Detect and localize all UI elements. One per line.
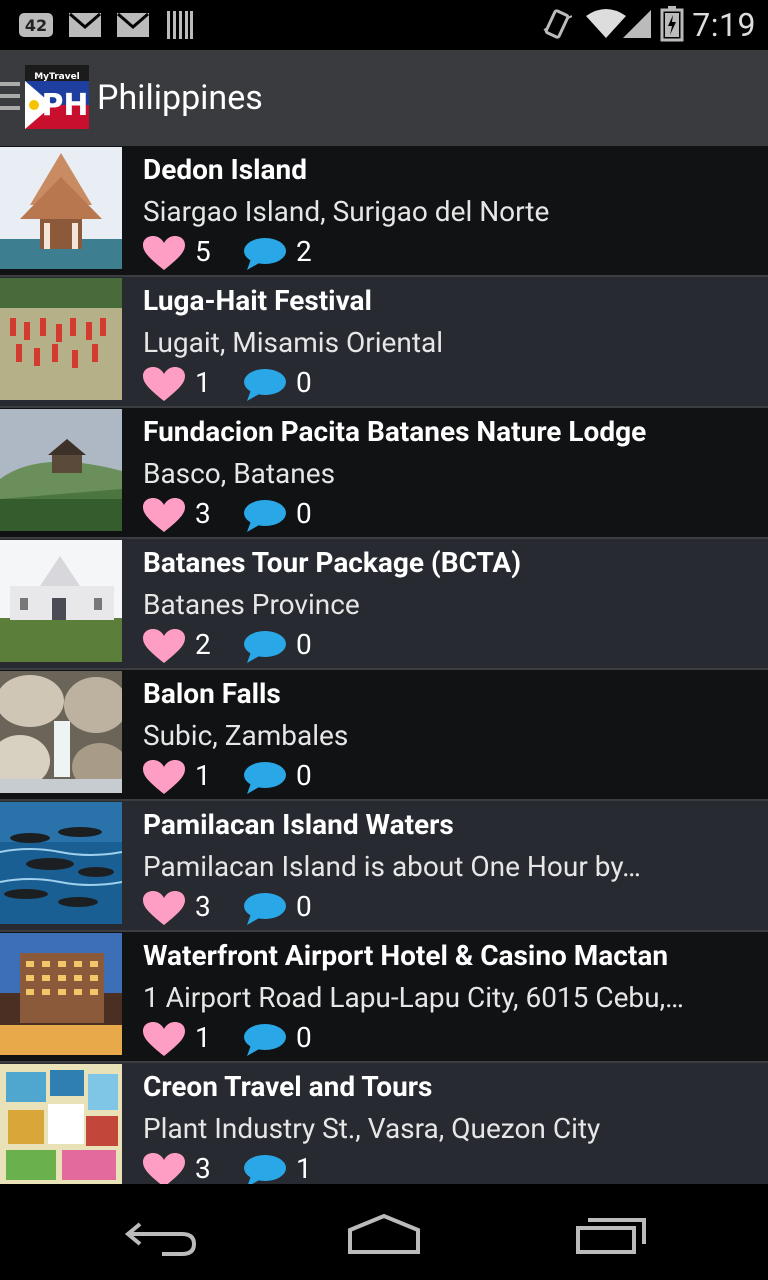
heart-icon[interactable] bbox=[143, 1153, 185, 1184]
notification-count: 42 bbox=[25, 16, 47, 35]
likes-count: 1 bbox=[195, 366, 211, 399]
comment-bubble-icon[interactable] bbox=[243, 1154, 287, 1184]
notification-badge-icon: 42 bbox=[19, 13, 53, 37]
recent-apps-icon[interactable] bbox=[560, 1204, 660, 1264]
item-title: Pamilacan Island Waters bbox=[143, 808, 454, 841]
logo-caption: MyTravel bbox=[34, 72, 80, 82]
comments-count: 0 bbox=[296, 759, 312, 792]
heart-icon[interactable] bbox=[143, 236, 185, 272]
gmail-icon bbox=[69, 12, 101, 37]
wifi-icon bbox=[586, 9, 626, 38]
likes-count: 3 bbox=[195, 497, 211, 530]
status-bar: 42 7:19 bbox=[0, 0, 768, 50]
item-title: Batanes Tour Package (BCTA) bbox=[143, 546, 522, 579]
battery-icon bbox=[660, 6, 684, 42]
item-subtitle: Subic, Zambales bbox=[143, 719, 349, 752]
thumbnail-hill-lodge bbox=[0, 409, 122, 531]
thumbnail-beach-gazebo bbox=[0, 147, 122, 269]
thumbnail-ocean-dolphins bbox=[0, 802, 122, 924]
back-icon[interactable] bbox=[110, 1204, 210, 1264]
list-item[interactable]: Waterfront Airport Hotel & Casino Mactan… bbox=[0, 932, 768, 1063]
item-title: Creon Travel and Tours bbox=[143, 1070, 433, 1103]
item-title: Fundacion Pacita Batanes Nature Lodge bbox=[143, 415, 647, 448]
thumbnail-travel-collage bbox=[0, 1064, 122, 1184]
thumbnail-rock-falls bbox=[0, 671, 122, 793]
comments-count: 0 bbox=[296, 1021, 312, 1054]
menu-drawer-icon[interactable] bbox=[0, 82, 20, 112]
likes-count: 3 bbox=[195, 890, 211, 923]
comment-bubble-icon[interactable] bbox=[243, 237, 287, 271]
likes-count: 1 bbox=[195, 759, 211, 792]
heart-icon[interactable] bbox=[143, 498, 185, 534]
navigation-bar bbox=[0, 1184, 768, 1280]
comment-bubble-icon[interactable] bbox=[243, 892, 287, 926]
thumbnail-festival-dancers bbox=[0, 278, 122, 400]
barcode-icon bbox=[167, 11, 193, 39]
likes-count: 1 bbox=[195, 1021, 211, 1054]
item-subtitle: Lugait, Misamis Oriental bbox=[143, 326, 444, 359]
comments-count: 0 bbox=[296, 628, 312, 661]
item-title: Luga-Hait Festival bbox=[143, 284, 372, 317]
comment-bubble-icon[interactable] bbox=[243, 630, 287, 664]
list-item[interactable]: Pamilacan Island Waters Pamilacan Island… bbox=[0, 801, 768, 932]
item-subtitle: Siargao Island, Surigao del Norte bbox=[143, 195, 550, 228]
heart-icon[interactable] bbox=[143, 1022, 185, 1058]
item-title: Balon Falls bbox=[143, 677, 281, 710]
heart-icon[interactable] bbox=[143, 629, 185, 665]
list-item[interactable]: Balon Falls Subic, Zambales 1 0 bbox=[0, 670, 768, 801]
thumbnail-hotel-night bbox=[0, 933, 122, 1055]
item-title: Waterfront Airport Hotel & Casino Mactan bbox=[143, 939, 669, 972]
list-item[interactable]: Creon Travel and Tours Plant Industry St… bbox=[0, 1063, 768, 1184]
vibrate-icon bbox=[543, 9, 572, 39]
signal-icon bbox=[623, 10, 651, 38]
comments-count: 0 bbox=[296, 366, 312, 399]
gmail-icon bbox=[117, 12, 149, 37]
comments-count: 1 bbox=[296, 1152, 312, 1184]
comment-bubble-icon[interactable] bbox=[243, 761, 287, 795]
heart-icon[interactable] bbox=[143, 760, 185, 796]
item-subtitle: Batanes Province bbox=[143, 588, 360, 621]
thumbnail-white-church bbox=[0, 540, 122, 662]
comment-bubble-icon[interactable] bbox=[243, 1023, 287, 1057]
comments-count: 2 bbox=[296, 235, 312, 268]
status-time: 7:19 bbox=[692, 6, 756, 44]
comments-count: 0 bbox=[296, 497, 312, 530]
list-item[interactable]: Batanes Tour Package (BCTA) Batanes Prov… bbox=[0, 539, 768, 670]
list-item[interactable]: Fundacion Pacita Batanes Nature Lodge Ba… bbox=[0, 408, 768, 539]
heart-icon[interactable] bbox=[143, 367, 185, 403]
likes-count: 2 bbox=[195, 628, 211, 661]
home-icon[interactable] bbox=[334, 1204, 434, 1264]
item-title: Dedon Island bbox=[143, 153, 307, 186]
comment-bubble-icon[interactable] bbox=[243, 499, 287, 533]
logo-text: PH bbox=[41, 88, 88, 123]
likes-count: 3 bbox=[195, 1152, 211, 1184]
likes-count: 5 bbox=[195, 235, 211, 268]
list-item[interactable]: Dedon Island Siargao Island, Surigao del… bbox=[0, 146, 768, 277]
places-list: Dedon Island Siargao Island, Surigao del… bbox=[0, 146, 768, 1184]
item-subtitle: Pamilacan Island is about One Hour by… bbox=[143, 850, 641, 883]
app-logo[interactable]: MyTravel PH bbox=[25, 65, 89, 129]
item-subtitle: Plant Industry St., Vasra, Quezon City bbox=[143, 1112, 601, 1145]
list-item[interactable]: Luga-Hait Festival Lugait, Misamis Orien… bbox=[0, 277, 768, 408]
item-subtitle: Basco, Batanes bbox=[143, 457, 336, 490]
page-title: Philippines bbox=[97, 78, 263, 118]
comment-bubble-icon[interactable] bbox=[243, 368, 287, 402]
item-subtitle: 1 Airport Road Lapu-Lapu City, 6015 Cebu… bbox=[143, 981, 684, 1014]
comments-count: 0 bbox=[296, 890, 312, 923]
heart-icon[interactable] bbox=[143, 891, 185, 927]
